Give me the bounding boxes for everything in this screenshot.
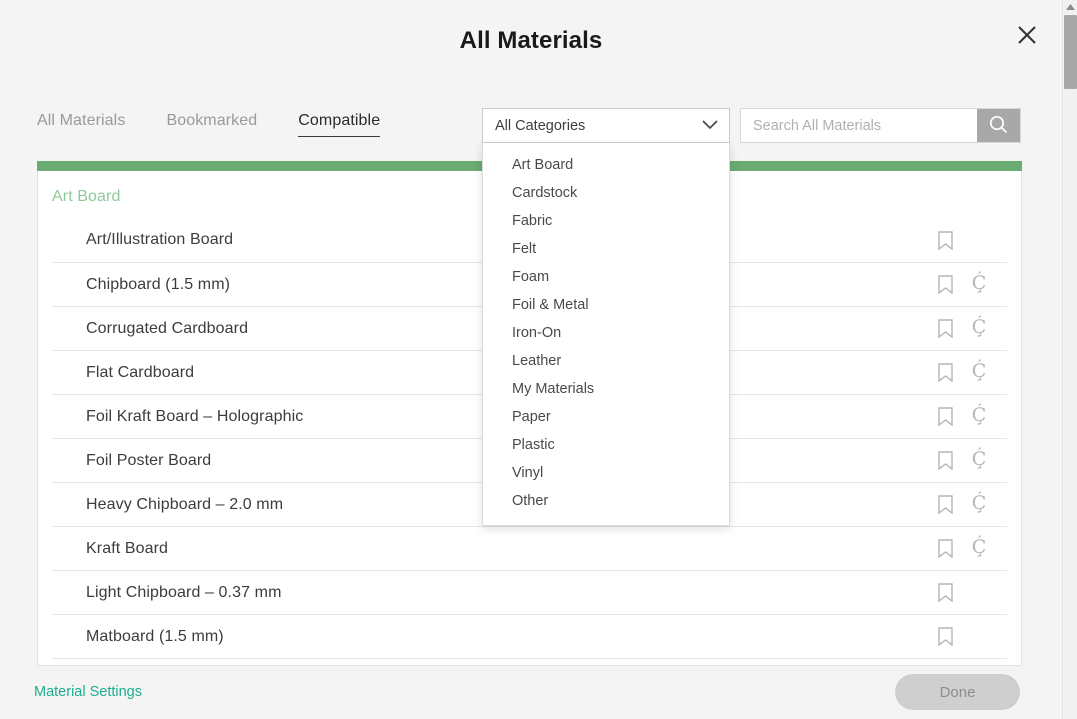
table-row[interactable]: Light Chipboard – 0.37 mm <box>52 570 1007 614</box>
tab-all-materials[interactable]: All Materials <box>37 112 125 136</box>
modal-header: All Materials <box>0 0 1062 88</box>
tab-bar: All Materials Bookmarked Compatible <box>37 112 421 137</box>
bookmark-icon[interactable] <box>933 581 957 605</box>
bookmark-icon[interactable] <box>933 625 957 649</box>
material-name: Light Chipboard – 0.37 mm <box>52 584 282 602</box>
category-option-cardstock[interactable]: Cardstock <box>483 179 729 207</box>
material-name: Art/Illustration Board <box>52 231 233 249</box>
category-option-leather[interactable]: Leather <box>483 347 729 375</box>
table-row[interactable]: Matboard (1.5 mm) <box>52 614 1007 658</box>
scrollbar-thumb[interactable] <box>1064 15 1077 89</box>
category-select[interactable]: All Categories <box>482 108 730 143</box>
bookmark-icon[interactable] <box>933 493 957 517</box>
tab-bookmarked[interactable]: Bookmarked <box>166 112 257 136</box>
category-option-vinyl[interactable]: Vinyl <box>483 459 729 487</box>
material-name: Foil Poster Board <box>52 452 211 470</box>
search-button[interactable] <box>977 109 1020 142</box>
bookmark-icon[interactable] <box>933 449 957 473</box>
cricut-c-glyph: Ḉ <box>972 406 987 425</box>
cricut-icon-placeholder <box>967 625 991 649</box>
close-button[interactable] <box>1014 22 1040 48</box>
search-icon <box>989 115 1008 137</box>
chevron-down-icon <box>702 117 718 135</box>
cricut-c-icon[interactable]: Ḉ <box>967 273 991 297</box>
cricut-icon-placeholder <box>967 228 991 252</box>
modal-footer: Material Settings Done <box>0 666 1062 719</box>
done-button[interactable]: Done <box>895 674 1020 710</box>
material-name: Chipboard (1.5 mm) <box>52 276 230 294</box>
category-option-my-materials[interactable]: My Materials <box>483 375 729 403</box>
row-actions: Ḉ <box>933 493 993 517</box>
category-option-plastic[interactable]: Plastic <box>483 431 729 459</box>
category-option-felt[interactable]: Felt <box>483 235 729 263</box>
category-option-other[interactable]: Other <box>483 487 729 515</box>
cricut-c-glyph: Ḉ <box>972 450 987 469</box>
material-name: Matboard (1.5 mm) <box>52 628 224 646</box>
cricut-c-glyph: Ḉ <box>972 274 987 293</box>
row-actions: Ḉ <box>933 449 993 473</box>
cricut-c-icon[interactable]: Ḉ <box>967 449 991 473</box>
cricut-icon-placeholder <box>967 581 991 605</box>
app-root: All Materials All Materials Bookmarked C… <box>0 0 1077 719</box>
row-actions: Ḉ <box>933 405 993 429</box>
category-option-fabric[interactable]: Fabric <box>483 207 729 235</box>
cricut-c-glyph: Ḉ <box>972 362 987 381</box>
row-actions: Ḉ <box>933 273 993 297</box>
category-option-paper[interactable]: Paper <box>483 403 729 431</box>
cricut-c-glyph: Ḉ <box>972 318 987 337</box>
material-name: Flat Cardboard <box>52 364 194 382</box>
scroll-up-arrow-icon[interactable] <box>1063 0 1077 14</box>
tab-compatible[interactable]: Compatible <box>298 112 380 137</box>
category-select-value: All Categories <box>495 118 585 134</box>
material-settings-link[interactable]: Material Settings <box>34 684 142 700</box>
page-title: All Materials <box>0 27 1062 55</box>
row-actions: Ḉ <box>933 317 993 341</box>
cricut-c-icon[interactable]: Ḉ <box>967 317 991 341</box>
category-option-foil-metal[interactable]: Foil & Metal <box>483 291 729 319</box>
bookmark-icon[interactable] <box>933 537 957 561</box>
page-scrollbar[interactable] <box>1062 0 1077 719</box>
all-materials-modal: All Materials All Materials Bookmarked C… <box>0 0 1062 719</box>
search-input[interactable] <box>741 109 977 142</box>
table-row[interactable]: Kraft Board Ḉ <box>52 526 1007 570</box>
category-filter: All Categories Art Board Cardstock Fabri… <box>482 108 730 143</box>
bookmark-icon[interactable] <box>933 317 957 341</box>
cricut-c-glyph: Ḉ <box>972 494 987 513</box>
category-option-iron-on[interactable]: Iron-On <box>483 319 729 347</box>
category-option-foam[interactable]: Foam <box>483 263 729 291</box>
material-name: Kraft Board <box>52 540 168 558</box>
row-actions <box>933 581 993 605</box>
close-icon <box>1016 24 1038 46</box>
row-actions <box>933 625 993 649</box>
cricut-c-icon[interactable]: Ḉ <box>967 493 991 517</box>
bookmark-icon[interactable] <box>933 273 957 297</box>
material-name: Heavy Chipboard – 2.0 mm <box>52 496 283 514</box>
material-name: Foil Kraft Board – Holographic <box>52 408 303 426</box>
bookmark-icon[interactable] <box>933 361 957 385</box>
material-name: Corrugated Cardboard <box>52 320 248 338</box>
table-row-partial[interactable] <box>52 658 1007 666</box>
bookmark-icon[interactable] <box>933 228 957 252</box>
bookmark-icon[interactable] <box>933 405 957 429</box>
row-actions: Ḉ <box>933 537 993 561</box>
cricut-c-icon[interactable]: Ḉ <box>967 405 991 429</box>
row-actions: Ḉ <box>933 361 993 385</box>
cricut-c-icon[interactable]: Ḉ <box>967 361 991 385</box>
category-dropdown-menu: Art Board Cardstock Fabric Felt Foam Foi… <box>482 142 730 526</box>
cricut-c-glyph: Ḉ <box>972 538 987 557</box>
category-option-art-board[interactable]: Art Board <box>483 151 729 179</box>
search-bar <box>740 108 1021 143</box>
cricut-c-icon[interactable]: Ḉ <box>967 537 991 561</box>
row-actions <box>933 228 993 252</box>
